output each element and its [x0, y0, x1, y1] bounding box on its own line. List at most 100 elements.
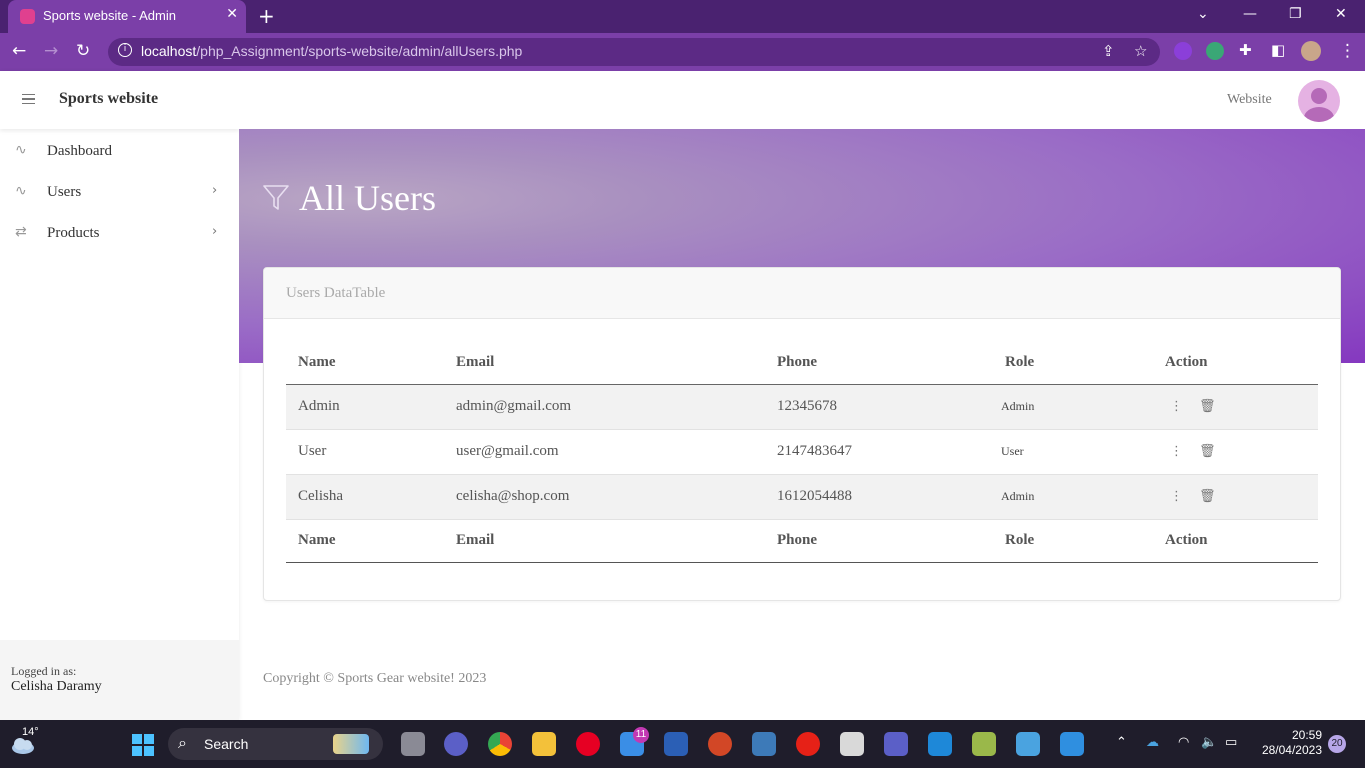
sidebar-item-products[interactable]: ⇄ Products › [0, 213, 239, 254]
virtualbox-icon[interactable] [972, 732, 996, 756]
cell-email: user@gmail.com [444, 429, 765, 475]
volume-icon[interactable]: 🔈 [1201, 735, 1217, 750]
cell-phone: 1612054488 [765, 474, 993, 520]
reload-icon[interactable]: ↻ [76, 41, 90, 61]
users-table: Name Email Phone Role Action Admin admin… [286, 341, 1318, 563]
forward-icon[interactable]: → [44, 41, 58, 61]
address-bar[interactable]: i localhost/php_Assignment/sports-websit… [108, 38, 1160, 66]
more-options-icon[interactable]: ⋮ [1170, 399, 1183, 414]
share-icon[interactable]: ⇪ [1102, 42, 1115, 60]
sidebar-item-label: Users [47, 184, 82, 200]
sidebar-footer: Logged in as: Celisha Daramy [0, 640, 239, 720]
avatar[interactable] [1298, 80, 1340, 122]
trash-icon[interactable]: 🗑 [1199, 489, 1216, 504]
website-link[interactable]: Website [1227, 92, 1272, 108]
youtube-icon[interactable] [796, 732, 820, 756]
profile-avatar-icon[interactable] [1301, 41, 1321, 61]
column-header-email[interactable]: Email [444, 341, 765, 385]
windows-start-icon[interactable] [132, 734, 154, 756]
side-panel-icon[interactable]: ◧ [1271, 41, 1285, 59]
trash-icon[interactable]: 🗑 [1199, 399, 1216, 414]
cell-phone: 12345678 [765, 384, 993, 430]
wifi-icon[interactable]: ◠ [1178, 735, 1189, 750]
sidebar: Sports website ∿ Dashboard ∿ Users › ⇄ P… [0, 71, 239, 720]
site-info-icon[interactable]: i [118, 43, 132, 57]
task-view-icon[interactable] [401, 732, 425, 756]
browser-toolbar: ← → ↻ i localhost/php_Assignment/sports-… [0, 33, 1365, 71]
cell-name: Admin [286, 384, 444, 430]
column-header-name[interactable]: Name [286, 341, 444, 385]
chevron-right-icon: › [212, 183, 218, 198]
browser-tab-strip: Sports website - Admin ✕ + ⌄ — ❐ ✕ [0, 0, 1365, 33]
table-row: User user@gmail.com 2147483647 User ⋮ 🗑 [286, 429, 1318, 475]
more-options-icon[interactable]: ⋮ [1170, 444, 1183, 459]
column-header-action: Action [1153, 341, 1318, 385]
url-path: /php_Assignment/sports-website/admin/all… [196, 43, 523, 59]
extension-w-icon[interactable] [1174, 42, 1192, 60]
avatar-head [1311, 88, 1327, 104]
file-explorer-icon[interactable] [532, 732, 556, 756]
pinterest-icon[interactable] [576, 732, 600, 756]
vscode-icon[interactable] [928, 732, 952, 756]
column-header-role[interactable]: Role [993, 341, 1153, 385]
chrome-icon[interactable] [488, 732, 512, 756]
taskbar: 14° ⌕ Search ⌃ ☁ ◠ 🔈 ▭ 20:59 28/04/2023 … [0, 720, 1365, 768]
browser-menu-icon[interactable]: ⋮ [1339, 41, 1356, 61]
cell-role: Admin [993, 474, 1153, 520]
snipping-tool-icon[interactable] [840, 732, 864, 756]
onedrive-icon[interactable]: ☁ [1146, 735, 1159, 750]
extension-robot-icon[interactable] [1206, 42, 1224, 60]
sidebar-item-label: Dashboard [47, 143, 112, 159]
window-close-icon[interactable]: ✕ [1335, 6, 1347, 22]
search-icon: ⌕ [178, 733, 187, 752]
tab-search-chevron-icon[interactable]: ⌄ [1197, 6, 1209, 22]
brand-name[interactable]: Sports website [59, 90, 158, 108]
table-footer-row: Name Email Phone Role Action [286, 519, 1318, 563]
bookmark-star-icon[interactable]: ☆ [1134, 42, 1147, 60]
browser-tab[interactable]: Sports website - Admin ✕ [8, 0, 246, 33]
page-title: All Users [299, 178, 436, 218]
cell-email: celisha@shop.com [444, 474, 765, 520]
clock-time: 20:59 [1291, 728, 1322, 742]
new-tab-icon[interactable]: + [258, 4, 275, 28]
extensions-puzzle-icon[interactable]: ✚ [1239, 41, 1252, 59]
table-header-row: Name Email Phone Role Action [286, 341, 1318, 385]
repeat-icon: ⇄ [15, 224, 27, 240]
cell-action: ⋮ 🗑 [1153, 429, 1318, 475]
url-text[interactable]: localhost/php_Assignment/sports-website/… [141, 43, 522, 59]
powerpoint-icon[interactable] [708, 732, 732, 756]
restore-icon[interactable]: ❐ [1289, 6, 1302, 22]
python-icon[interactable] [752, 732, 776, 756]
column-footer-phone: Phone [765, 519, 993, 563]
top-navbar: Website [239, 71, 1365, 129]
cell-role: Admin [993, 384, 1153, 430]
more-options-icon[interactable]: ⋮ [1170, 489, 1183, 504]
taskbar-search[interactable]: ⌕ Search [168, 728, 383, 760]
column-footer-name: Name [286, 519, 444, 563]
back-icon[interactable]: ← [12, 41, 26, 61]
sidebar-item-dashboard[interactable]: ∿ Dashboard [0, 131, 239, 172]
tab-close-icon[interactable]: ✕ [226, 6, 238, 22]
paint-icon[interactable] [1060, 732, 1084, 756]
column-header-phone[interactable]: Phone [765, 341, 993, 385]
show-hidden-icons-icon[interactable]: ⌃ [1116, 735, 1127, 750]
column-footer-email: Email [444, 519, 765, 563]
site-favicon-icon [20, 9, 35, 24]
activity-icon: ∿ [15, 183, 27, 199]
cell-action: ⋮ 🗑 [1153, 474, 1318, 520]
url-host: localhost [141, 43, 197, 59]
avatar-body [1304, 107, 1334, 122]
notification-count[interactable]: 20 [1328, 735, 1346, 753]
trash-icon[interactable]: 🗑 [1199, 444, 1216, 459]
filter-icon [263, 185, 289, 210]
cell-action: ⋮ 🗑 [1153, 384, 1318, 430]
word-icon[interactable] [664, 732, 688, 756]
teams-chat-icon[interactable] [444, 732, 468, 756]
notepad-icon[interactable] [1016, 732, 1040, 756]
menu-toggle-icon[interactable] [22, 94, 35, 104]
battery-icon[interactable]: ▭ [1225, 735, 1237, 750]
sidebar-item-users[interactable]: ∿ Users › [0, 172, 239, 213]
minimize-icon[interactable]: — [1243, 6, 1257, 22]
teams-icon[interactable] [884, 732, 908, 756]
clock[interactable]: 20:59 28/04/2023 [1256, 728, 1322, 758]
